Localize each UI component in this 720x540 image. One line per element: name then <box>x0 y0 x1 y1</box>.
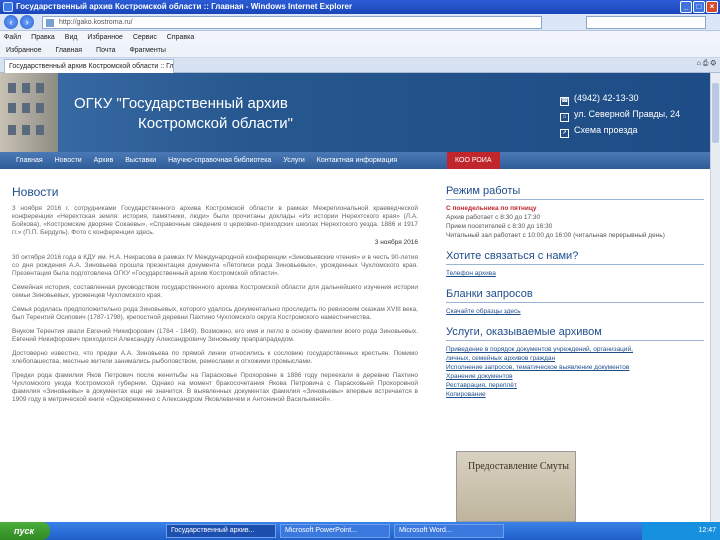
map-icon: ➚ <box>560 129 569 138</box>
task-browser[interactable]: Государственный архив... <box>166 524 276 538</box>
maximize-button[interactable]: □ <box>693 1 705 13</box>
news-date: 3 ноября 2016 <box>374 239 418 246</box>
hours-reading: Читальный зал работает с 10:00 до 16:00 … <box>446 232 665 239</box>
service-link[interactable]: Приведение в порядок документов учрежден… <box>446 345 704 354</box>
fragments-button[interactable]: Фрагменты <box>129 47 165 54</box>
clock: 12:47 <box>698 527 716 534</box>
home-icon[interactable]: ⌂ <box>697 60 701 67</box>
system-tray: 12:47 <box>642 522 720 540</box>
vertical-scrollbar[interactable] <box>710 73 720 522</box>
hours-heading: Режим работы <box>446 185 704 200</box>
window-titlebar: Государственный архив Костромской област… <box>0 0 720 14</box>
menu-favorites[interactable]: Избранное <box>87 34 122 41</box>
forward-button[interactable]: › <box>20 15 34 29</box>
web-page: ОГКУ "Государственный архив Костромской … <box>0 73 710 522</box>
nav-archive[interactable]: Архив <box>94 157 114 164</box>
address-bar: ‹ › http://gako.kostroma.ru/ <box>0 14 720 31</box>
hours-days: С понедельника по пятницу <box>446 204 704 213</box>
contact-heading: Хотите связаться с нами? <box>446 250 704 265</box>
favorites-button[interactable]: Избранное <box>6 47 41 54</box>
start-button[interactable]: пуск <box>0 522 50 540</box>
hours-archive: Архив работает с 8:30 до 17:30 <box>446 214 541 221</box>
phone-text: (4942) 42-13-30 <box>574 93 639 103</box>
book-title: Предоставление Смуты <box>468 461 569 472</box>
news-item: Семейная история, составленная руководст… <box>12 284 418 299</box>
nav-exhibitions[interactable]: Выставки <box>125 157 156 164</box>
house-icon: ⌂ <box>560 113 569 122</box>
url-field[interactable]: http://gako.kostroma.ru/ <box>42 16 542 29</box>
service-link[interactable]: Исполнение запросов, тематическое выявле… <box>446 363 704 372</box>
service-link[interactable]: личных, семейных архивов граждан <box>446 354 704 363</box>
scrollbar-thumb[interactable] <box>712 83 719 143</box>
tools-icon[interactable]: ⚙ <box>710 60 716 67</box>
nav-home[interactable]: Главная <box>16 157 43 164</box>
nav-library[interactable]: Научно-справочная библиотека <box>168 157 271 164</box>
phone: ☎ (4942) 42-13-30 <box>560 93 639 106</box>
map-link-text: Схема проезда <box>574 125 638 135</box>
address: ⌂ ул. Северной Правды, 24 <box>560 109 680 122</box>
menu-view[interactable]: Вид <box>65 34 78 41</box>
tab-tools: ⌂ ⎙ ⚙ <box>697 60 716 68</box>
news-item: 3 ноября 2016 г. сотрудниками Государств… <box>12 205 418 236</box>
nav-services[interactable]: Услуги <box>283 157 305 164</box>
menu-bar: Файл Правка Вид Избранное Сервис Справка <box>0 31 720 44</box>
forms-link[interactable]: Скачайте образцы здесь <box>446 307 704 316</box>
site-header: ОГКУ "Государственный архив Костромской … <box>0 73 710 152</box>
news-column: Новости 3 ноября 2016 г. сотрудниками Го… <box>12 185 418 410</box>
hours-visitors: Прием посетителей с 8:30 до 16:30 <box>446 223 553 230</box>
task-word[interactable]: Microsoft Word... <box>394 524 504 538</box>
url-text: http://gako.kostroma.ru/ <box>59 19 133 26</box>
ie-icon <box>3 2 13 12</box>
menu-file[interactable]: Файл <box>4 34 21 41</box>
favorites-bar: Избранное Главная Почта Фрагменты <box>0 44 720 58</box>
back-button[interactable]: ‹ <box>4 15 18 29</box>
news-item: 30 октября 2016 года в КДУ им. Н.А. Некр… <box>12 254 418 277</box>
phone-icon: ☎ <box>560 97 569 106</box>
forms-heading: Бланки запросов <box>446 288 704 303</box>
tab-bar: Государственный архив Костромской област… <box>0 58 720 73</box>
service-link[interactable]: Реставрация, переплёт <box>446 381 704 390</box>
building-image <box>0 73 58 152</box>
home-button[interactable]: Главная <box>55 47 82 54</box>
browser-tab[interactable]: Государственный архив Костромской област… <box>4 59 174 73</box>
print-icon[interactable]: ⎙ <box>703 60 709 67</box>
menu-edit[interactable]: Правка <box>31 34 55 41</box>
address-text: ул. Северной Правды, 24 <box>574 109 681 119</box>
news-item: Достоверно известно, что предки А.А. Зин… <box>12 350 418 365</box>
close-button[interactable]: × <box>706 1 718 13</box>
hours-days-text: С понедельника по пятницу <box>446 205 537 212</box>
news-item: Предки рода фамилии Яков Петрович после … <box>12 372 418 403</box>
news-heading: Новости <box>12 185 59 199</box>
site-title: ОГКУ "Государственный архив <box>74 95 288 112</box>
minimize-button[interactable]: _ <box>680 1 692 13</box>
menu-tools[interactable]: Сервис <box>133 34 157 41</box>
menu-help[interactable]: Справка <box>167 34 194 41</box>
map-link[interactable]: ➚ Схема проезда <box>560 125 637 138</box>
window-title: Государственный архив Костромской област… <box>16 2 353 11</box>
search-field[interactable] <box>586 16 706 29</box>
nav-contacts[interactable]: Контактная информация <box>317 157 397 164</box>
task-powerpoint[interactable]: Microsoft PowerPoint... <box>280 524 390 538</box>
news-item: Семья родилась предположительно рода Зин… <box>12 306 418 321</box>
sidebar: Режим работы С понедельника по пятницу А… <box>446 185 704 399</box>
nav-koo-roia[interactable]: КОО РОИА <box>447 152 500 169</box>
services-heading: Услуги, оказываемые архивом <box>446 326 704 341</box>
site-nav: Главная Новости Архив Выставки Научно-сп… <box>0 152 710 169</box>
service-link[interactable]: Хранение документов <box>446 372 704 381</box>
news-item: Внуком Терентия звали Евгений Никифорови… <box>12 328 418 343</box>
mail-button[interactable]: Почта <box>96 47 115 54</box>
site-title-line2: Костромской области" <box>138 115 293 132</box>
contact-link[interactable]: Телефон архива <box>446 269 704 278</box>
taskbar: пуск Государственный архив... Microsoft … <box>0 522 720 540</box>
page-icon <box>46 19 54 27</box>
nav-news[interactable]: Новости <box>55 157 82 164</box>
service-link[interactable]: Копирование <box>446 390 704 399</box>
